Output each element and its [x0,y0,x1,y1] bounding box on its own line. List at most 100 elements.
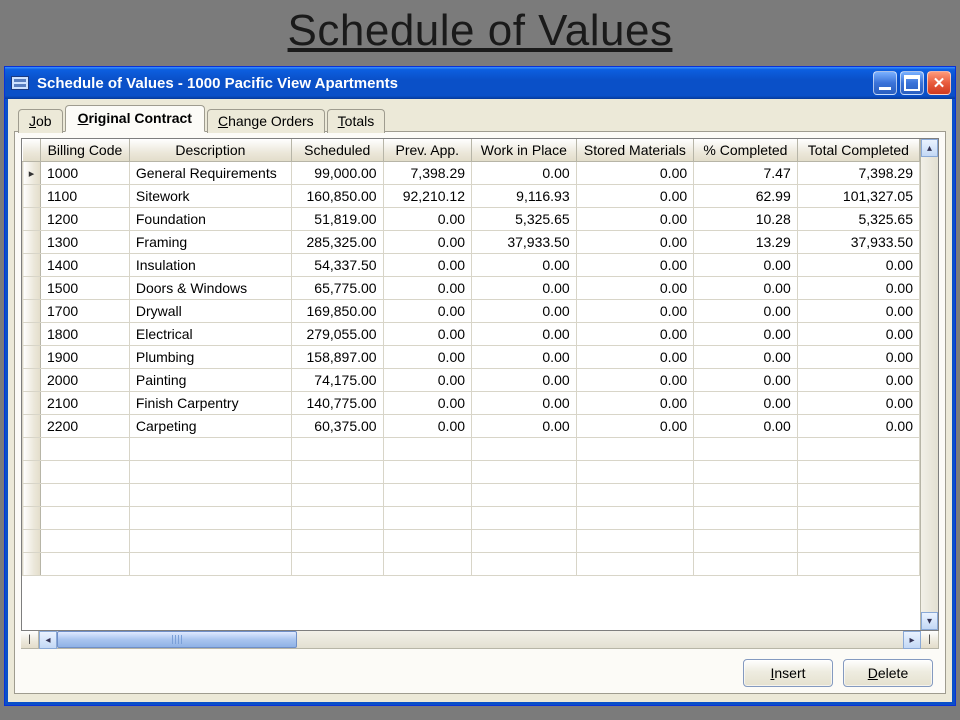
scroll-right-button[interactable]: ▸ [903,631,921,649]
cell-empty[interactable] [129,553,291,576]
cell[interactable]: 0.00 [383,415,471,438]
cell[interactable]: Plumbing [129,346,291,369]
cell-empty[interactable] [576,461,694,484]
cell[interactable]: 0.00 [576,254,694,277]
vertical-scrollbar[interactable]: ▴ ▾ [920,139,938,630]
scroll-down-button[interactable]: ▾ [921,612,938,630]
cell[interactable]: 0.00 [576,185,694,208]
record-last-button[interactable]: | [921,631,939,649]
cell-empty[interactable] [383,484,471,507]
tab-original-contract[interactable]: Original Contract [65,105,205,132]
cell[interactable]: 0.00 [383,346,471,369]
row-selector[interactable] [23,323,41,346]
cell[interactable]: 99,000.00 [291,162,383,185]
cell[interactable]: 0.00 [576,392,694,415]
row-selector[interactable] [23,507,41,530]
horizontal-scrollbar[interactable]: | ◂ ▸ | [21,631,939,649]
table-row-empty[interactable] [23,507,920,530]
cell-empty[interactable] [797,484,919,507]
col-stored-materials[interactable]: Stored Materials [576,139,694,162]
cell[interactable]: 0.00 [383,277,471,300]
cell[interactable]: 37,933.50 [472,231,577,254]
cell[interactable]: 279,055.00 [291,323,383,346]
cell[interactable]: 0.00 [576,415,694,438]
cell[interactable]: 0.00 [797,369,919,392]
cell[interactable]: 0.00 [797,346,919,369]
cell[interactable]: Drywall [129,300,291,323]
col-billing-code[interactable]: Billing Code [41,139,130,162]
cell-empty[interactable] [291,484,383,507]
cell[interactable]: 0.00 [797,415,919,438]
record-first-button[interactable]: | [21,631,39,649]
cell[interactable]: 0.00 [797,300,919,323]
row-selector[interactable] [23,346,41,369]
table-row[interactable]: 1500Doors & Windows65,775.000.000.000.00… [23,277,920,300]
cell-empty[interactable] [291,553,383,576]
cell-empty[interactable] [41,461,130,484]
cell[interactable]: 0.00 [383,208,471,231]
cell-empty[interactable] [129,530,291,553]
cell-empty[interactable] [576,530,694,553]
cell-empty[interactable] [576,438,694,461]
row-selector[interactable] [23,208,41,231]
cell[interactable]: 0.00 [576,162,694,185]
cell[interactable]: 0.00 [576,231,694,254]
delete-button[interactable]: Delete [843,659,933,687]
cell[interactable]: 169,850.00 [291,300,383,323]
cell[interactable]: 0.00 [576,208,694,231]
row-selector[interactable] [23,277,41,300]
cell[interactable]: 0.00 [472,300,577,323]
cell[interactable]: 158,897.00 [291,346,383,369]
row-selector[interactable] [23,461,41,484]
cell[interactable]: 0.00 [694,415,798,438]
cell-empty[interactable] [41,438,130,461]
table-row[interactable]: 1700Drywall169,850.000.000.000.000.000.0… [23,300,920,323]
cell-empty[interactable] [694,507,798,530]
cell-empty[interactable] [291,461,383,484]
scroll-up-button[interactable]: ▴ [921,139,938,157]
cell-empty[interactable] [383,438,471,461]
cell-empty[interactable] [694,461,798,484]
col-total-completed[interactable]: Total Completed [797,139,919,162]
cell-empty[interactable] [576,553,694,576]
row-selector[interactable] [23,415,41,438]
row-selector[interactable] [23,553,41,576]
cell[interactable]: 0.00 [694,277,798,300]
cell-empty[interactable] [41,553,130,576]
table-row-empty[interactable] [23,438,920,461]
cell[interactable]: 0.00 [797,254,919,277]
cell[interactable]: 37,933.50 [797,231,919,254]
cell[interactable]: 0.00 [576,346,694,369]
cell-empty[interactable] [576,507,694,530]
cell[interactable]: Sitework [129,185,291,208]
cell[interactable]: 1000 [41,162,130,185]
cell[interactable]: Painting [129,369,291,392]
cell[interactable]: 160,850.00 [291,185,383,208]
table-row[interactable]: 1100Sitework160,850.0092,210.129,116.930… [23,185,920,208]
cell[interactable]: 60,375.00 [291,415,383,438]
cell-empty[interactable] [41,484,130,507]
cell[interactable]: 140,775.00 [291,392,383,415]
cell[interactable]: 7,398.29 [797,162,919,185]
cell-empty[interactable] [383,553,471,576]
cell[interactable]: 0.00 [472,346,577,369]
cell-empty[interactable] [472,553,577,576]
cell[interactable]: 1900 [41,346,130,369]
cell-empty[interactable] [129,438,291,461]
table-row-empty[interactable] [23,461,920,484]
cell-empty[interactable] [41,507,130,530]
cell[interactable]: 74,175.00 [291,369,383,392]
cell[interactable]: Insulation [129,254,291,277]
cell[interactable]: 51,819.00 [291,208,383,231]
cell[interactable]: Foundation [129,208,291,231]
table-row-empty[interactable] [23,484,920,507]
cell[interactable]: Carpeting [129,415,291,438]
table-row[interactable]: 1900Plumbing158,897.000.000.000.000.000.… [23,346,920,369]
cell-empty[interactable] [291,507,383,530]
cell[interactable]: 7,398.29 [383,162,471,185]
cell[interactable]: 10.28 [694,208,798,231]
table-row[interactable]: 1800Electrical279,055.000.000.000.000.00… [23,323,920,346]
cell-empty[interactable] [472,461,577,484]
maximize-button[interactable] [900,71,924,95]
row-selector[interactable] [23,530,41,553]
